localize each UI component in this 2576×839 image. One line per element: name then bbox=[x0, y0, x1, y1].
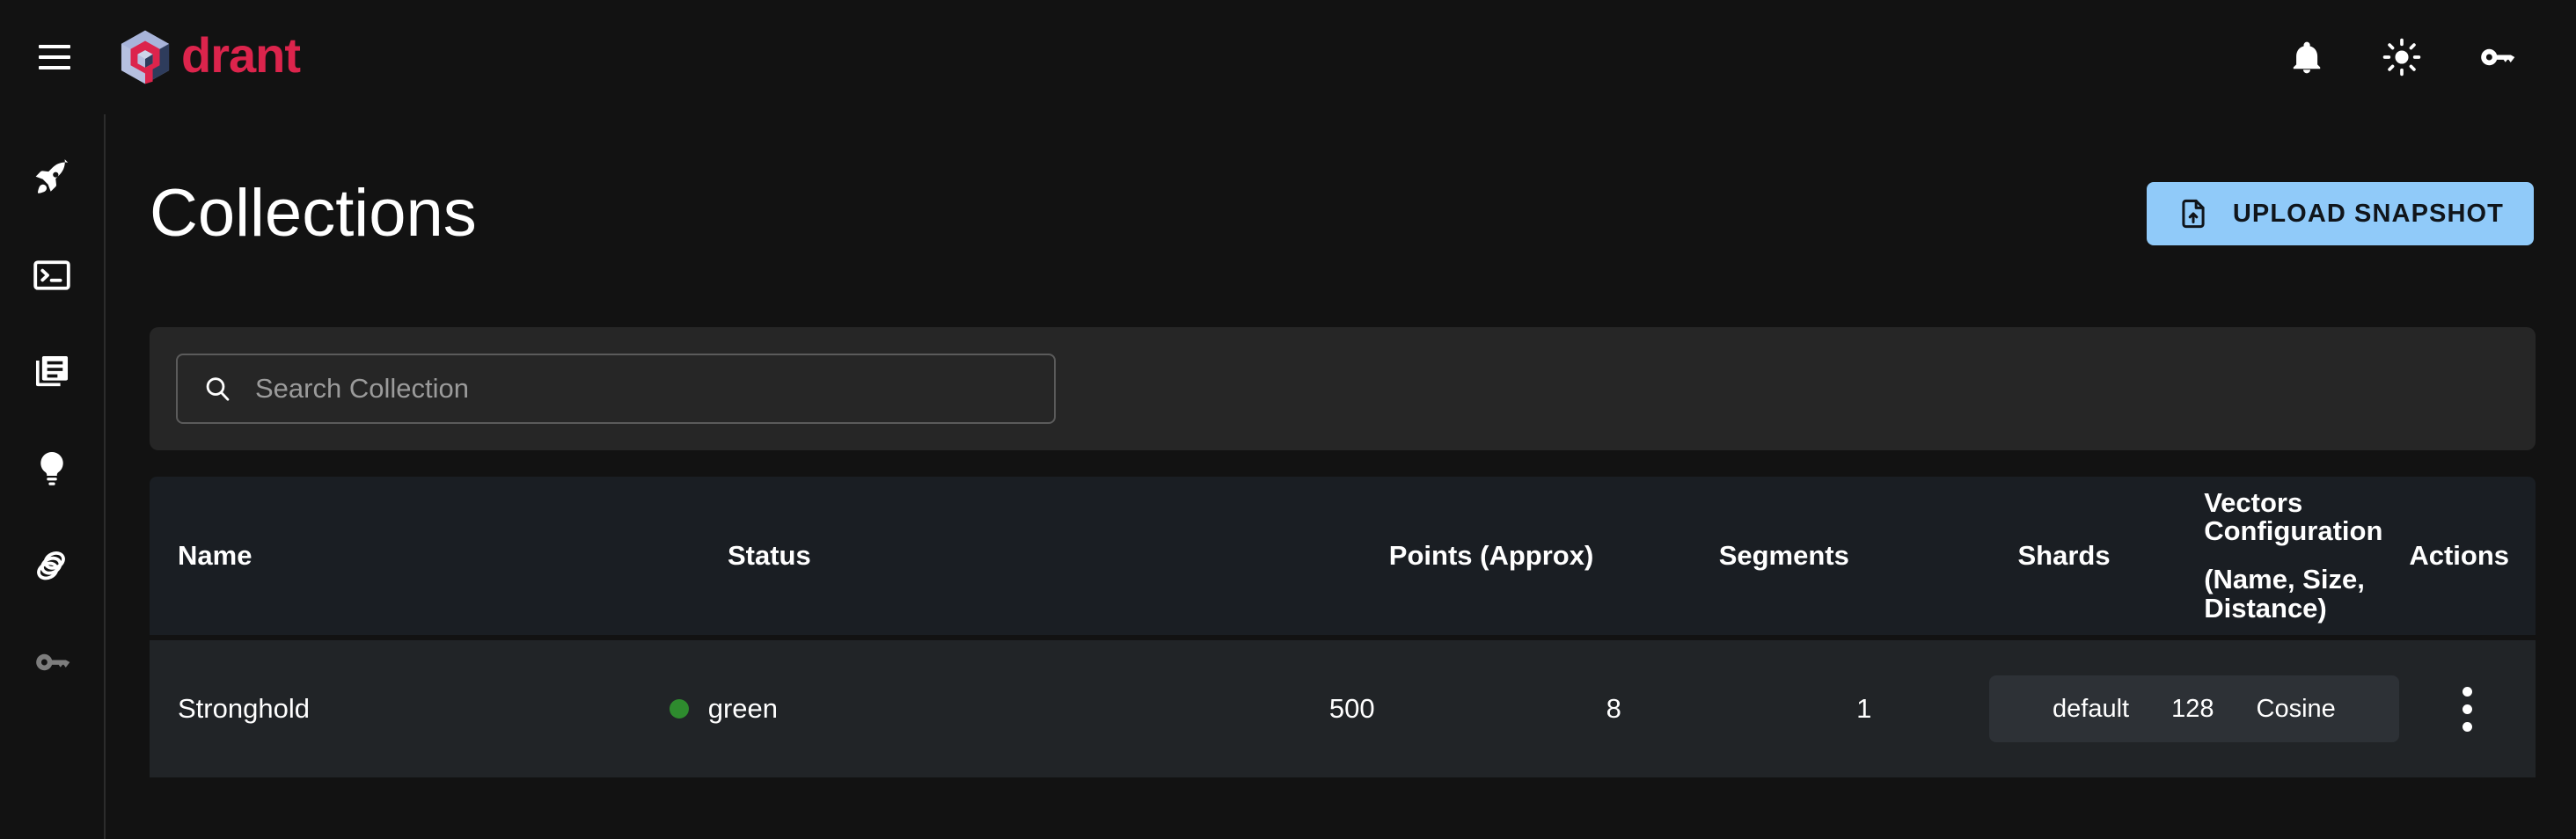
brand-logo[interactable]: drant bbox=[116, 27, 301, 86]
sidebar-item-collections[interactable] bbox=[25, 345, 79, 399]
column-header-vectors-line1: Vectors Configuration bbox=[2204, 486, 2383, 547]
column-header-points: Points (Approx) bbox=[1388, 540, 1594, 571]
search-panel bbox=[150, 327, 2536, 450]
kebab-menu-icon[interactable] bbox=[2440, 682, 2494, 736]
sidebar-item-tutorial[interactable] bbox=[25, 441, 79, 496]
hamburger-icon[interactable] bbox=[30, 33, 79, 82]
page-title: Collections bbox=[150, 176, 477, 251]
topbar-actions bbox=[2282, 33, 2521, 82]
status-dot-icon bbox=[669, 699, 689, 719]
vector-size: 128 bbox=[2171, 694, 2214, 723]
sidebar-item-datasets[interactable] bbox=[25, 538, 79, 593]
vector-config-chip: default 128 Cosine bbox=[1989, 675, 2399, 742]
column-header-vectors: Vectors Configuration (Name, Size, Dista… bbox=[2204, 486, 2383, 624]
brand-name: drant bbox=[181, 27, 301, 83]
cell-segments: 8 bbox=[1606, 693, 1621, 724]
key-icon bbox=[32, 642, 72, 682]
kebab-dot bbox=[2462, 721, 2472, 732]
cell-vectors-configuration: default 128 Cosine bbox=[1989, 675, 2399, 742]
kebab-dot bbox=[2462, 686, 2472, 697]
column-header-name: Name bbox=[178, 540, 252, 571]
lightbulb-icon bbox=[32, 449, 72, 489]
sun-icon[interactable] bbox=[2377, 33, 2426, 82]
search-input[interactable] bbox=[255, 373, 1029, 405]
search-icon bbox=[202, 374, 232, 404]
table-row[interactable]: Stronghold green 500 8 1 default 128 Cos… bbox=[150, 640, 2536, 777]
status-label: green bbox=[707, 693, 779, 724]
collections-table: Name Status Points (Approx) Segments Sha… bbox=[150, 477, 2536, 777]
column-header-segments: Segments bbox=[1718, 540, 1849, 571]
sidebar-item-access-keys[interactable] bbox=[25, 635, 79, 689]
sidebar-item-console[interactable] bbox=[25, 248, 79, 303]
kebab-dot bbox=[2462, 704, 2472, 714]
sidebar-item-welcome[interactable] bbox=[25, 151, 79, 206]
upload-snapshot-button[interactable]: UPLOAD SNAPSHOT bbox=[2146, 182, 2534, 245]
qdrant-logo-icon bbox=[116, 28, 174, 86]
column-header-shards: Shards bbox=[2017, 540, 2111, 571]
hamburger-bar bbox=[39, 55, 70, 59]
search-box[interactable] bbox=[176, 354, 1056, 424]
table-header-row: Name Status Points (Approx) Segments Sha… bbox=[150, 477, 2536, 635]
page-header: Collections UPLOAD SNAPSHOT bbox=[150, 165, 2534, 262]
hamburger-bar bbox=[39, 45, 70, 48]
cell-points: 500 bbox=[1328, 693, 1375, 724]
column-header-actions: Actions bbox=[2409, 540, 2510, 571]
cell-shards: 1 bbox=[1856, 693, 1872, 724]
hamburger-bar bbox=[39, 66, 70, 69]
key-icon[interactable] bbox=[2472, 33, 2521, 82]
sidebar bbox=[0, 114, 106, 839]
vector-distance: Cosine bbox=[2256, 694, 2336, 723]
cell-collection-name[interactable]: Stronghold bbox=[150, 693, 670, 725]
column-header-status: Status bbox=[727, 540, 811, 571]
bell-icon[interactable] bbox=[2282, 33, 2331, 82]
cell-status: green bbox=[669, 693, 1216, 725]
datasets-icon bbox=[31, 544, 73, 587]
rocket-icon bbox=[32, 158, 72, 199]
collections-icon bbox=[32, 352, 72, 392]
console-icon bbox=[32, 255, 72, 295]
top-bar: drant bbox=[0, 0, 2576, 114]
column-header-vectors-line2: (Name, Size, Distance) bbox=[2204, 564, 2365, 624]
vector-name: default bbox=[2053, 694, 2130, 723]
file-upload-icon bbox=[2177, 197, 2210, 230]
cell-actions bbox=[2399, 682, 2536, 736]
upload-snapshot-label: UPLOAD SNAPSHOT bbox=[2232, 199, 2504, 228]
